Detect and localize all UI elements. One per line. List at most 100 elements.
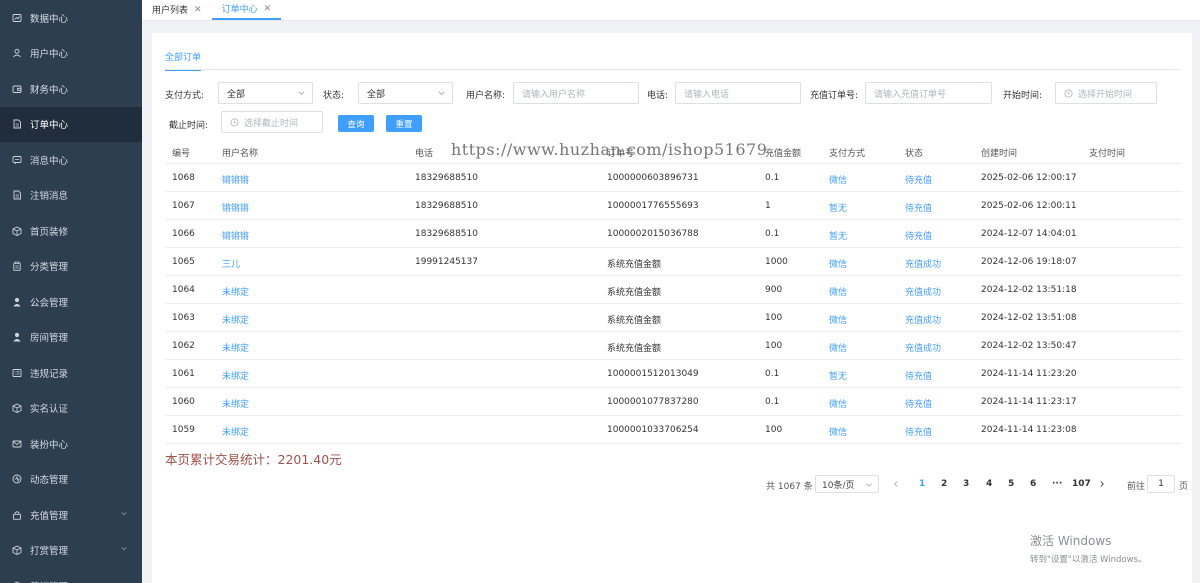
page-number[interactable]: 107 (1072, 479, 1091, 489)
sidebar-item[interactable]: 装扮中心 (0, 426, 142, 462)
cell-method[interactable]: 微信 (829, 397, 847, 410)
sidebar-item-label: 用户中心 (30, 49, 69, 61)
sidebar-item[interactable]: 数据中心 (0, 0, 142, 36)
cell-status[interactable]: 待充值 (905, 229, 932, 242)
next-page-icon[interactable] (1098, 480, 1106, 488)
page-size-select[interactable]: 10条/页 (815, 475, 879, 493)
sidebar-item[interactable]: 充值管理 (0, 497, 142, 533)
sidebar-item[interactable]: 营销管理 (0, 568, 142, 583)
cell-method[interactable]: 微信 (829, 313, 847, 326)
prev-page-icon[interactable] (892, 480, 900, 488)
more-pages-icon[interactable]: ··· (1052, 479, 1062, 489)
box-icon (12, 545, 22, 556)
table-row: 1061 未绑定 1000001512013049 0.1 暂无 待充值 2024-11-1… (165, 360, 1181, 388)
cell-status[interactable]: 待充值 (905, 397, 932, 410)
cell-status[interactable]: 充值成功 (905, 313, 941, 326)
cell-amount: 1000 (765, 257, 788, 267)
sub-tabs: 全部订单 (165, 50, 202, 71)
page-number[interactable]: 3 (963, 479, 969, 489)
order-no-input[interactable]: 请输入充值订单号 (865, 82, 992, 104)
cell-method[interactable]: 微信 (829, 425, 847, 438)
cell-method[interactable]: 暂无 (829, 229, 847, 242)
watermark-url: https://www.huzhan.com/ishop51679 (451, 140, 768, 159)
cell-status[interactable]: 充值成功 (905, 285, 941, 298)
sidebar-item-label: 分类管理 (30, 262, 69, 274)
cell-status[interactable]: 待充值 (905, 369, 932, 382)
sidebar-item[interactable]: 用户中心 (0, 36, 142, 72)
close-icon[interactable]: ✕ (194, 5, 202, 15)
sidebar-item[interactable]: 订单中心 (0, 106, 142, 142)
cell-id: 1062 (172, 341, 195, 351)
table-row: 1060 未绑定 1000001077837280 0.1 微信 待充值 2024-11-1… (165, 388, 1181, 416)
page-number[interactable]: 4 (986, 479, 992, 489)
activity-icon (12, 474, 22, 484)
cell-user[interactable]: 三儿 (222, 257, 240, 270)
cell-method[interactable]: 微信 (829, 341, 847, 354)
sidebar-item[interactable]: 动态管理 (0, 462, 142, 498)
cell-order: 1000000603896731 (607, 173, 699, 183)
sidebar-item[interactable]: 财务中心 (0, 71, 142, 107)
column-header: 支付方式 (829, 149, 866, 159)
cell-user[interactable]: 锵锵锵 (222, 173, 249, 186)
phone-label: 电话: (647, 91, 669, 101)
cell-method[interactable]: 暂无 (829, 201, 847, 214)
status-select[interactable]: 全部 (358, 82, 453, 104)
sidebar-item[interactable]: 公会管理 (0, 284, 142, 320)
cell-user[interactable]: 未绑定 (222, 341, 249, 354)
chevron-down-icon (298, 91, 305, 95)
sidebar-item[interactable]: 分类管理 (0, 249, 142, 285)
document-icon (12, 119, 22, 129)
sidebar-item[interactable]: 注销消息 (0, 178, 142, 214)
cell-user[interactable]: 未绑定 (222, 313, 249, 326)
reset-button[interactable]: 重置 (386, 115, 422, 132)
cell-method[interactable]: 微信 (829, 285, 847, 298)
page-number[interactable]: 2 (941, 479, 947, 489)
column-header: 支付时间 (1089, 149, 1126, 159)
order-no-label: 充值订单号: (810, 91, 859, 101)
phone-input[interactable]: 请输入电话 (675, 82, 801, 104)
sidebar-item[interactable]: 首页装修 (0, 213, 142, 249)
query-button[interactable]: 查询 (338, 115, 374, 132)
cell-status[interactable]: 充值成功 (905, 257, 941, 270)
cell-user[interactable]: 未绑定 (222, 425, 249, 438)
cell-status[interactable]: 充值成功 (905, 341, 941, 354)
cell-status[interactable]: 待充值 (905, 173, 932, 186)
page-number[interactable]: 5 (1008, 479, 1014, 489)
tab-user-list[interactable]: 用户列表 ✕ (142, 0, 212, 20)
sidebar-item[interactable]: 实名认证 (0, 391, 142, 427)
cell-status[interactable]: 待充值 (905, 425, 932, 438)
goto-page-input[interactable]: 1 (1147, 475, 1175, 493)
cell-order: 系统充值金额 (607, 344, 662, 354)
sidebar-item[interactable]: 打赏管理 (0, 533, 142, 569)
pay-method-select[interactable]: 全部 (218, 82, 313, 104)
cell-created: 2024-11-14 11:23:17 (981, 397, 1077, 407)
cell-method[interactable]: 暂无 (829, 369, 847, 382)
sidebar-item[interactable]: 违规记录 (0, 355, 142, 391)
table-row: 1064 未绑定 系统充值金额 900 微信 充值成功 2024-12-02 13:51:1… (165, 276, 1181, 304)
pay-method-label: 支付方式: (165, 91, 205, 101)
cell-user[interactable]: 锵锵锵 (222, 201, 249, 214)
cell-user[interactable]: 未绑定 (222, 369, 249, 382)
cell-user[interactable]: 未绑定 (222, 285, 249, 298)
pagination-total: 共 1067 条 (766, 482, 813, 492)
close-icon[interactable]: ✕ (264, 4, 272, 14)
sidebar-item[interactable]: 消息中心 (0, 142, 142, 178)
cell-status[interactable]: 待充值 (905, 201, 932, 214)
sidebar-item[interactable]: 房间管理 (0, 320, 142, 356)
cell-method[interactable]: 微信 (829, 173, 847, 186)
cell-method[interactable]: 微信 (829, 257, 847, 270)
cell-created: 2024-12-02 13:51:08 (981, 313, 1077, 323)
page-number[interactable]: 1 (919, 479, 925, 489)
cell-user[interactable]: 未绑定 (222, 397, 249, 410)
start-time-picker[interactable]: 选择开始时间 (1055, 82, 1157, 104)
username-input[interactable]: 请输入用户名称 (513, 82, 639, 104)
cell-user[interactable]: 锵锵锵 (222, 229, 249, 242)
page-number[interactable]: 6 (1030, 479, 1036, 489)
table-row: 1059 未绑定 1000001033706254 100 微信 待充值 2024-11-1… (165, 416, 1181, 444)
user-icon (12, 48, 22, 58)
tab-all-orders[interactable]: 全部订单 (165, 50, 202, 71)
tab-order-center[interactable]: 订单中心 ✕ (211, 0, 282, 20)
goto-suffix: 页 (1179, 482, 1189, 492)
start-time-placeholder: 选择开始时间 (1078, 89, 1133, 100)
end-time-picker[interactable]: 选择截止时间 (221, 111, 323, 133)
